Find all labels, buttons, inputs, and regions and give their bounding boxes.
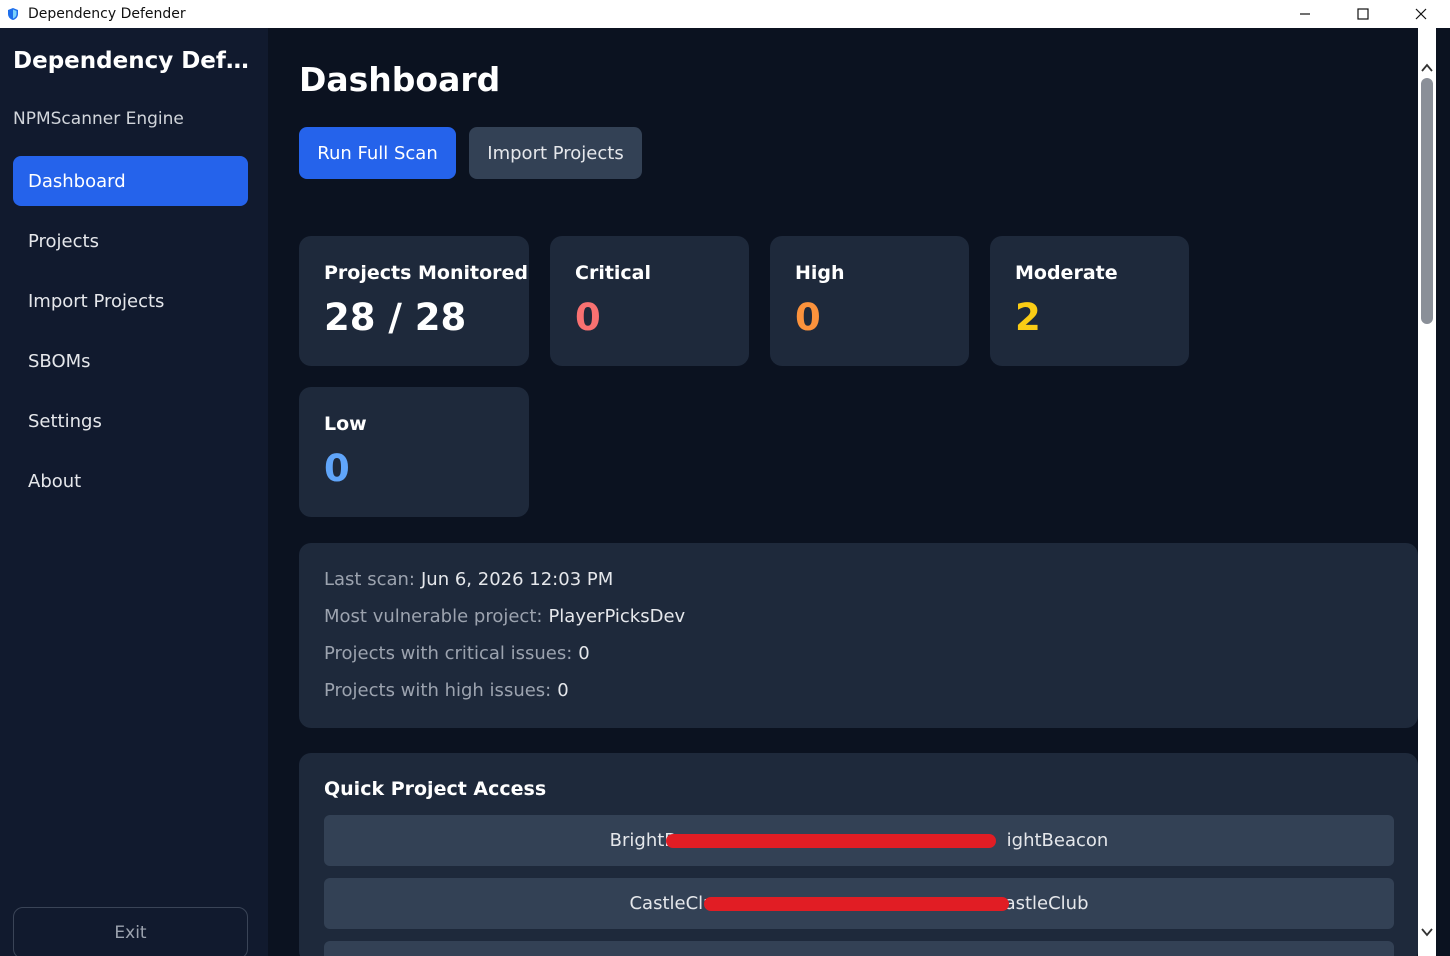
sidebar-item-about[interactable]: About bbox=[13, 456, 248, 506]
minimize-icon bbox=[1300, 13, 1310, 15]
summary-value: PlayerPicksDev bbox=[548, 606, 686, 627]
shield-icon bbox=[8, 8, 18, 20]
summary-critical-projects: Projects with critical issues: 0 bbox=[324, 643, 590, 664]
close-icon bbox=[1415, 8, 1427, 20]
sidebar-nav: Dashboard Projects Import Projects SBOMs… bbox=[13, 156, 248, 516]
window-title: Dependency Defender bbox=[28, 6, 186, 22]
summary-label: Last scan: bbox=[324, 569, 415, 590]
summary-last-scan: Last scan: Jun 6, 2026 12:03 PM bbox=[324, 569, 613, 590]
app-brand: Dependency Defe... bbox=[13, 48, 253, 74]
summary-value: 0 bbox=[557, 680, 569, 701]
stat-label: High bbox=[795, 262, 845, 284]
title-bar: Dependency Defender bbox=[0, 0, 1450, 28]
stat-label: Moderate bbox=[1015, 262, 1118, 284]
stat-card-high: High 0 bbox=[770, 236, 969, 366]
sidebar-item-import-projects[interactable]: Import Projects bbox=[13, 276, 248, 326]
main-scrollbar[interactable] bbox=[1418, 28, 1436, 956]
quick-project-access-card: Quick Project Access BrightB ightBeacon … bbox=[299, 753, 1418, 956]
stat-card-monitored: Projects Monitored 28 / 28 bbox=[299, 236, 529, 366]
quick-access-title: Quick Project Access bbox=[324, 778, 547, 800]
quick-project-item-castleclub[interactable]: CastleClu astleClub bbox=[324, 878, 1394, 929]
stat-label: Low bbox=[324, 413, 367, 435]
stat-label: Critical bbox=[575, 262, 652, 284]
close-button[interactable] bbox=[1392, 0, 1450, 28]
chevron-down-icon[interactable] bbox=[1420, 925, 1434, 939]
maximize-button[interactable] bbox=[1334, 0, 1392, 28]
stat-value: 0 bbox=[575, 296, 601, 339]
sidebar-item-projects[interactable]: Projects bbox=[13, 216, 248, 266]
stat-label: Projects Monitored bbox=[324, 262, 529, 284]
stat-card-moderate: Moderate 2 bbox=[990, 236, 1189, 366]
stat-value: 2 bbox=[1015, 296, 1041, 339]
main-content: Dashboard Run Full Scan Import Projects … bbox=[268, 28, 1418, 956]
summary-high-projects: Projects with high issues: 0 bbox=[324, 680, 569, 701]
quick-project-item-partial[interactable] bbox=[324, 941, 1394, 956]
summary-label: Projects with critical issues: bbox=[324, 643, 573, 664]
redaction-mark bbox=[704, 897, 1009, 911]
sidebar-item-settings[interactable]: Settings bbox=[13, 396, 248, 446]
chevron-up-icon[interactable] bbox=[1420, 61, 1434, 75]
summary-most-vulnerable: Most vulnerable project: PlayerPicksDev bbox=[324, 606, 685, 627]
summary-label: Projects with high issues: bbox=[324, 680, 552, 701]
engine-label: NPMScanner Engine bbox=[13, 109, 184, 129]
summary-label: Most vulnerable project: bbox=[324, 606, 543, 627]
stat-value: 28 / 28 bbox=[324, 296, 467, 339]
quick-project-item-brightbeacon[interactable]: BrightB ightBeacon bbox=[324, 815, 1394, 866]
scroll-thumb[interactable] bbox=[1421, 78, 1433, 324]
stat-card-critical: Critical 0 bbox=[550, 236, 749, 366]
minimize-button[interactable] bbox=[1276, 0, 1334, 28]
sidebar: Dependency Defe... NPMScanner Engine Das… bbox=[0, 28, 268, 956]
maximize-icon bbox=[1357, 8, 1369, 20]
exit-button[interactable]: Exit bbox=[13, 907, 248, 956]
import-projects-button[interactable]: Import Projects bbox=[469, 127, 642, 179]
stat-value: 0 bbox=[324, 447, 350, 490]
sidebar-item-sboms[interactable]: SBOMs bbox=[13, 336, 248, 386]
project-label-end: astleClub bbox=[1004, 893, 1089, 914]
scan-summary-card: Last scan: Jun 6, 2026 12:03 PM Most vuln… bbox=[299, 543, 1418, 728]
stat-card-low: Low 0 bbox=[299, 387, 529, 517]
sidebar-item-dashboard[interactable]: Dashboard bbox=[13, 156, 248, 206]
stat-value: 0 bbox=[795, 296, 821, 339]
project-label-end: ightBeacon bbox=[1006, 830, 1109, 851]
project-label-start: CastleClu bbox=[629, 893, 715, 914]
redaction-mark bbox=[666, 834, 996, 848]
run-full-scan-button[interactable]: Run Full Scan bbox=[299, 127, 456, 179]
window-edge bbox=[1436, 28, 1450, 956]
page-title: Dashboard bbox=[299, 60, 501, 99]
summary-value: 0 bbox=[578, 643, 590, 664]
summary-value: Jun 6, 2026 12:03 PM bbox=[421, 569, 614, 590]
